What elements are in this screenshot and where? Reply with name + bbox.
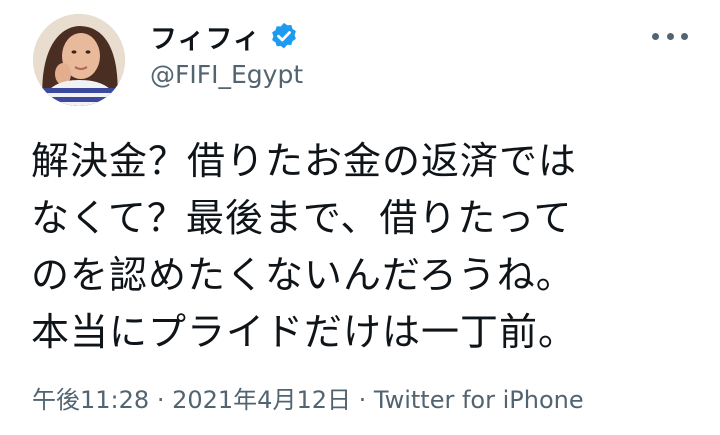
tweet-date[interactable]: 2021年4月12日 xyxy=(172,386,351,414)
meta-separator: · xyxy=(156,386,165,414)
author-handle[interactable]: @FIFI_Egypt xyxy=(150,60,303,89)
avatar[interactable] xyxy=(33,14,125,106)
tweet-text-line: 本当にプライドだけは一丁前。 xyxy=(31,310,578,354)
meta-separator: · xyxy=(358,386,367,414)
more-options-icon[interactable] xyxy=(652,26,688,46)
tweet-text-line: なくて？最後まで、借りたって xyxy=(31,196,573,240)
tweet-time[interactable]: 午後11:28 xyxy=(32,386,149,414)
author-row[interactable]: フィフィ xyxy=(150,17,299,56)
verified-badge-icon xyxy=(269,21,299,51)
display-name[interactable]: フィフィ xyxy=(150,17,261,56)
tweet-text-line: のを認めたくないんだろうね。 xyxy=(31,253,575,297)
more-dot xyxy=(681,32,688,40)
more-dot xyxy=(652,32,659,40)
tweet-source[interactable]: Twitter for iPhone xyxy=(374,386,584,414)
tweet-text: 解決金？借りたお金の返済では なくて？最後まで、借りたって のを認めたくないんだ… xyxy=(31,133,691,361)
tweet-text-line: 解決金？借りたお金の返済では xyxy=(31,139,578,183)
tweet-meta: 午後11:28 · 2021年4月12日 · Twitter for iPhon… xyxy=(32,380,584,415)
tweet-card: フィフィ @FIFI_Egypt 解決金？借りたお金の返済では なくて？最後まで… xyxy=(0,0,720,435)
more-dot xyxy=(666,32,674,40)
